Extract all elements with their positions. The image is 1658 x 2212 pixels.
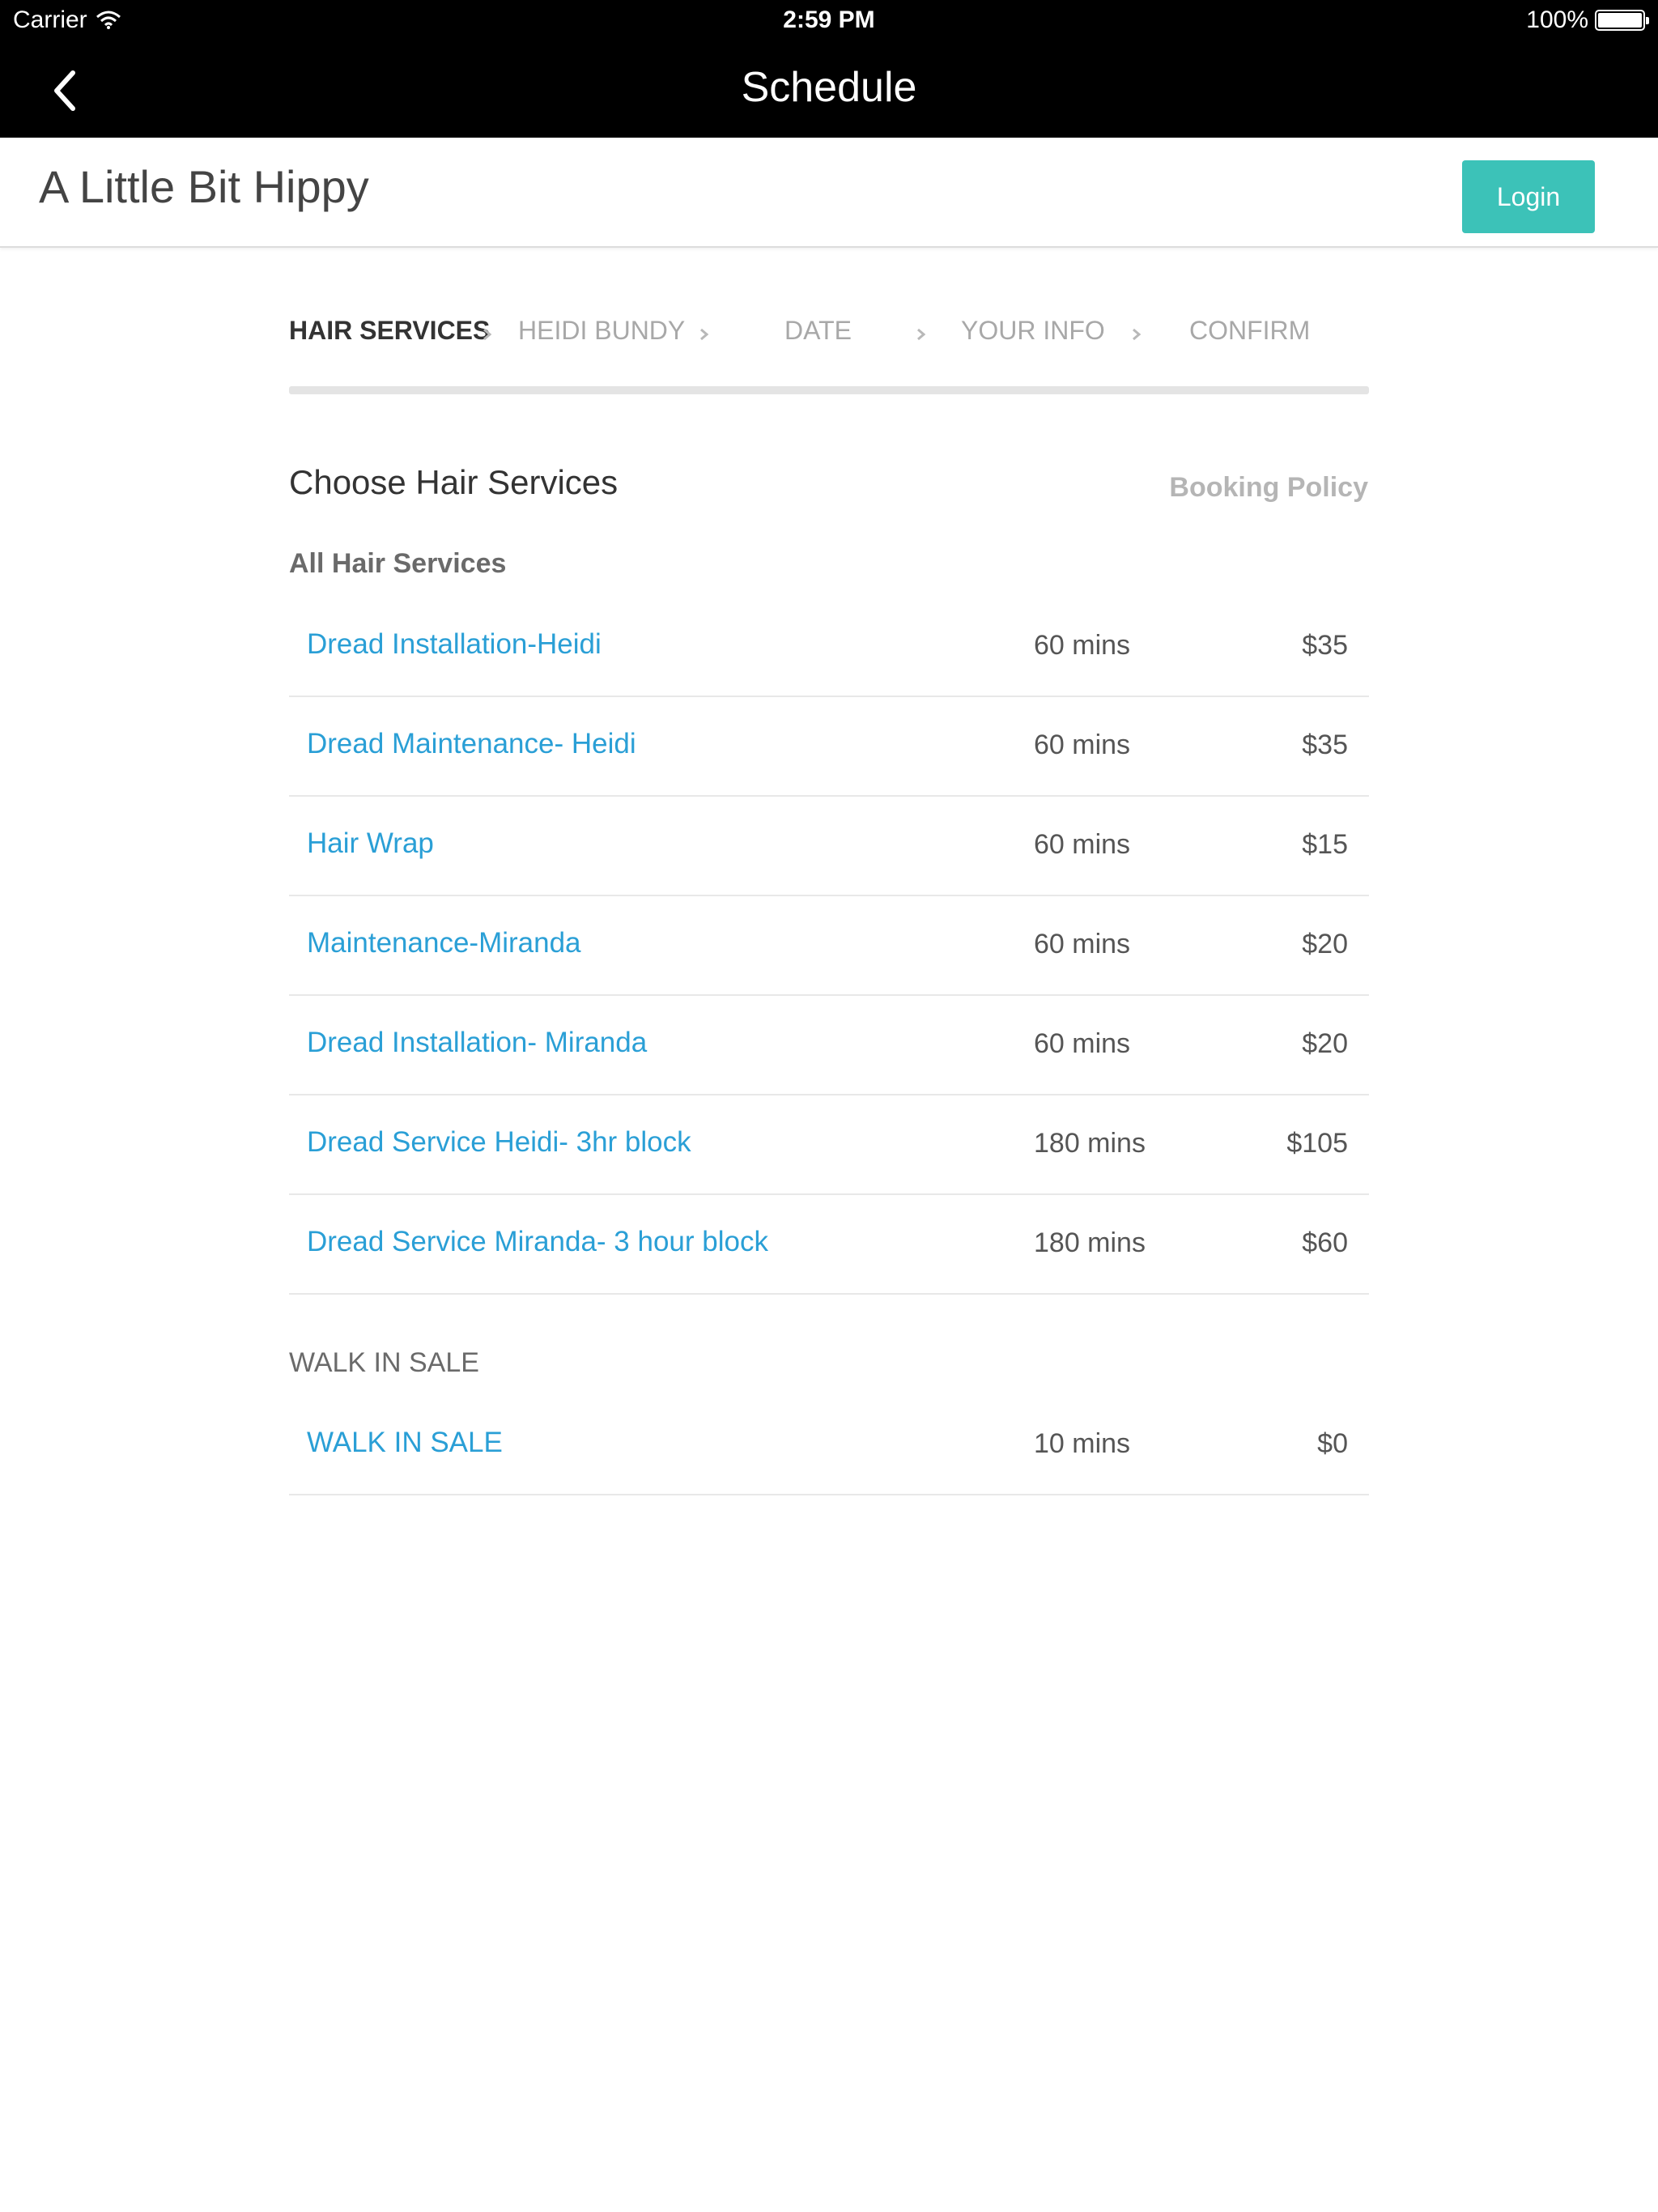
service-row[interactable]: WALK IN SALE 10 mins $0 [289, 1396, 1369, 1495]
group-label-walk-in-sale: WALK IN SALE [289, 1347, 479, 1378]
service-name[interactable]: Maintenance-Miranda [307, 927, 581, 959]
chevron-right-icon [1133, 328, 1141, 341]
service-duration: 60 mins [1034, 929, 1131, 959]
service-price: $35 [1302, 630, 1348, 661]
business-header: A Little Bit Hippy Login [0, 138, 1658, 248]
service-duration: 60 mins [1034, 730, 1131, 760]
chevron-right-icon [917, 328, 926, 341]
service-duration: 60 mins [1034, 1028, 1131, 1059]
battery-icon [1595, 10, 1649, 31]
service-duration: 60 mins [1034, 630, 1131, 661]
service-name[interactable]: Hair Wrap [307, 827, 434, 860]
step-your-info[interactable]: YOUR INFO [961, 316, 1105, 346]
service-row[interactable]: Dread Service Heidi- 3hr block 180 mins … [289, 1095, 1369, 1195]
business-name: A Little Bit Hippy [39, 161, 369, 212]
service-row[interactable]: Dread Maintenance- Heidi 60 mins $35 [289, 697, 1369, 797]
booking-policy-link[interactable]: Booking Policy [1169, 472, 1368, 504]
battery-label: 100% [1526, 6, 1588, 33]
service-duration: 60 mins [1034, 829, 1131, 860]
group-label-all-hair-services: All Hair Services [289, 548, 507, 579]
service-row[interactable]: Dread Installation- Miranda 60 mins $20 [289, 996, 1369, 1095]
service-price: $20 [1302, 929, 1348, 959]
nav-title: Schedule [741, 64, 917, 111]
step-confirm[interactable]: CONFIRM [1189, 316, 1310, 346]
service-name[interactable]: Dread Installation-Heidi [307, 628, 602, 661]
status-bar: Carrier 2:59 PM 100% [0, 0, 1658, 45]
service-row[interactable]: Hair Wrap 60 mins $15 [289, 797, 1369, 896]
service-duration: 180 mins [1034, 1128, 1146, 1159]
service-name[interactable]: WALK IN SALE [307, 1427, 503, 1459]
service-price: $20 [1302, 1028, 1348, 1059]
service-name[interactable]: Dread Service Miranda- 3 hour block [307, 1226, 768, 1258]
service-price: $0 [1317, 1428, 1348, 1459]
service-list-walk-in: WALK IN SALE 10 mins $0 [289, 1396, 1369, 1495]
booking-steps: HAIR SERVICES HEIDI BUNDY DATE YOUR INFO… [289, 316, 1369, 364]
service-row[interactable]: Dread Installation-Heidi 60 mins $35 [289, 598, 1369, 697]
step-provider[interactable]: HEIDI BUNDY [518, 316, 685, 346]
chevron-right-icon [483, 328, 492, 341]
service-name[interactable]: Dread Maintenance- Heidi [307, 728, 636, 760]
service-name[interactable]: Dread Installation- Miranda [307, 1027, 647, 1059]
service-price: $105 [1286, 1128, 1348, 1159]
login-button[interactable]: Login [1462, 160, 1595, 233]
service-duration: 180 mins [1034, 1227, 1146, 1258]
chevron-right-icon [700, 328, 709, 341]
service-name[interactable]: Dread Service Heidi- 3hr block [307, 1126, 691, 1159]
steps-progress-bar [289, 386, 1369, 394]
top-bar: Carrier 2:59 PM 100% Schedule [0, 0, 1658, 138]
battery-indicator: 100% [1526, 6, 1649, 34]
service-price: $60 [1302, 1227, 1348, 1258]
service-price: $35 [1302, 730, 1348, 760]
step-date[interactable]: DATE [784, 316, 852, 346]
page-heading: Choose Hair Services [289, 463, 619, 501]
service-row[interactable]: Dread Service Miranda- 3 hour block 180 … [289, 1195, 1369, 1295]
status-time: 2:59 PM [783, 6, 875, 33]
service-list-hair: Dread Installation-Heidi 60 mins $35 Dre… [289, 598, 1369, 1295]
service-price: $15 [1302, 829, 1348, 860]
service-row[interactable]: Maintenance-Miranda 60 mins $20 [289, 896, 1369, 996]
service-duration: 10 mins [1034, 1428, 1131, 1459]
step-hair-services[interactable]: HAIR SERVICES [289, 316, 490, 346]
